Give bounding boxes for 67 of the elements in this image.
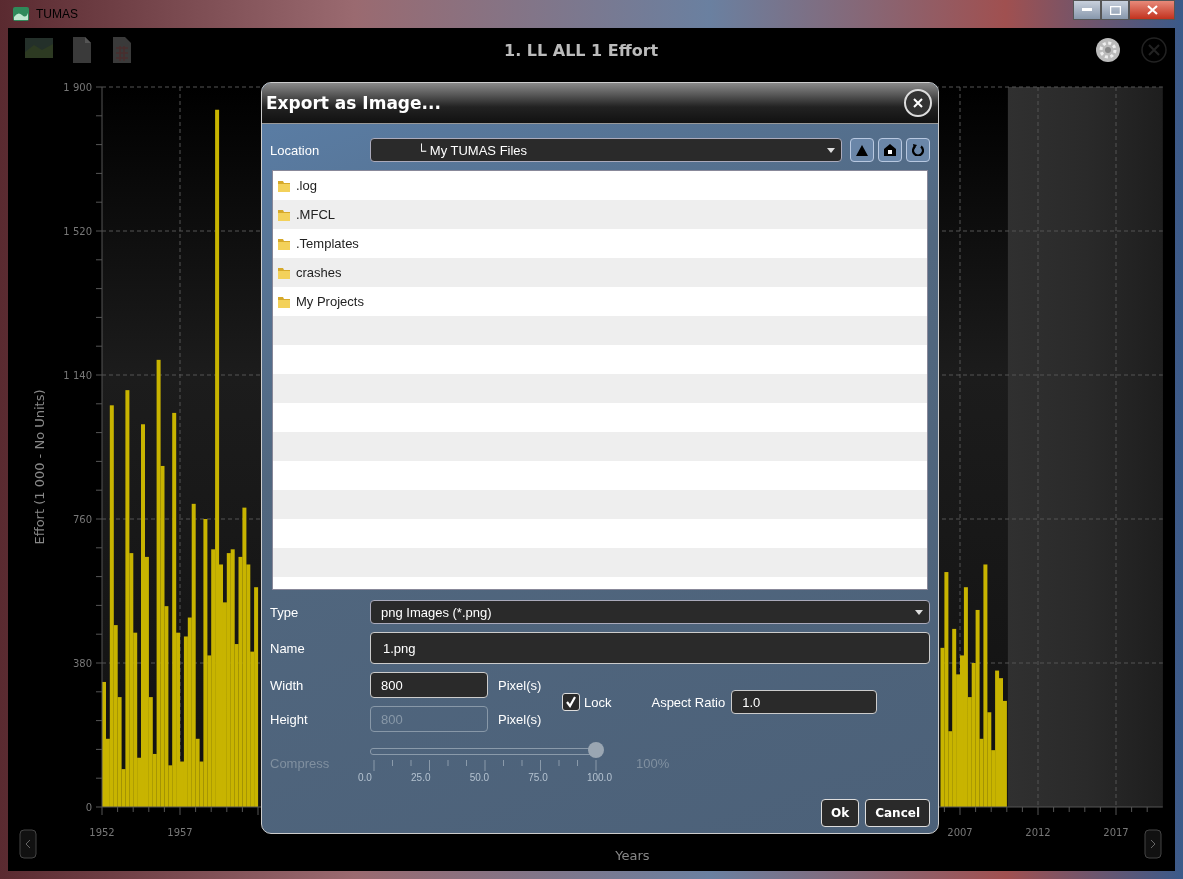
size-label: Height xyxy=(270,711,309,727)
size-field[interactable]: 800 xyxy=(370,672,488,698)
dialog-close-button[interactable] xyxy=(904,89,932,117)
caret-icon xyxy=(915,609,923,615)
document-icon[interactable] xyxy=(70,36,94,64)
slider-tick-label: 50.0 xyxy=(469,772,490,783)
settings-icon[interactable] xyxy=(1095,37,1121,63)
close-button[interactable] xyxy=(1129,0,1175,20)
checkmark-icon xyxy=(565,696,577,708)
aspect-ratio-field[interactable]: 1.0 xyxy=(731,690,878,714)
folder-icon xyxy=(277,178,291,193)
type-label: Type xyxy=(270,604,300,620)
folder-icon xyxy=(277,265,291,280)
chart-title: 1. LL ALL 1 Effort xyxy=(503,40,660,60)
refresh-icon xyxy=(912,144,924,156)
y-tick-label: 760 xyxy=(72,514,92,525)
x-tick-label: 1952 xyxy=(89,827,115,838)
folder-item[interactable]: My Projects xyxy=(273,287,927,316)
slider-tick-label: 75.0 xyxy=(528,772,548,783)
folder-icon xyxy=(277,207,291,222)
x-axis-label: Years xyxy=(615,848,650,863)
folder-item[interactable]: .log xyxy=(273,171,927,200)
lock-checkbox[interactable]: Lock xyxy=(562,693,612,711)
folder-item[interactable]: crashes xyxy=(273,258,927,287)
folder-icon xyxy=(277,294,291,309)
y-tick-label: 0 xyxy=(85,802,92,813)
up-folder-button[interactable] xyxy=(850,138,874,162)
location-label: Location xyxy=(270,142,321,158)
caret-icon xyxy=(827,147,835,153)
y-tick-label: 380 xyxy=(72,658,92,669)
y-tick-label: 1 520 xyxy=(63,226,92,237)
window-title: TUMAS xyxy=(36,7,78,21)
slider-tick-label: 100.0 xyxy=(586,772,612,783)
ok-button[interactable]: Ok xyxy=(821,799,860,827)
unit-label: Pixel(s) xyxy=(498,677,543,693)
cancel-button[interactable]: Cancel xyxy=(865,799,930,827)
refresh-button[interactable] xyxy=(906,138,930,162)
location-dropdown[interactable]: └ My TUMAS Files xyxy=(370,138,842,162)
name-label: Name xyxy=(270,640,306,656)
folder-item[interactable]: .Templates xyxy=(273,229,927,258)
y-tick-label: 1 900 xyxy=(63,82,92,93)
x-tick-label: 1957 xyxy=(167,827,193,838)
type-dropdown[interactable]: png Images (*.png) xyxy=(370,600,930,624)
folder-item[interactable]: .MFCL xyxy=(273,200,927,229)
app-logo-icon xyxy=(12,5,30,23)
name-field[interactable]: 1.png xyxy=(370,632,930,664)
maximize-button[interactable] xyxy=(1101,0,1129,20)
slider-tick-label: 0.0 xyxy=(358,772,372,783)
x-tick-label: 2017 xyxy=(1103,827,1129,838)
size-label: Width xyxy=(270,677,305,693)
home-button[interactable] xyxy=(878,138,902,162)
folder-icon xyxy=(277,236,291,251)
aspect-ratio-label: Aspect Ratio xyxy=(651,694,726,710)
y-tick-label: 1 140 xyxy=(63,370,92,381)
maximize-icon xyxy=(1109,5,1121,15)
home-icon xyxy=(884,144,896,156)
close-icon xyxy=(912,97,924,109)
close-icon xyxy=(1146,5,1158,15)
minimize-button[interactable] xyxy=(1073,0,1101,20)
up-arrow-icon xyxy=(856,144,868,156)
x-tick-label: 2007 xyxy=(947,827,973,838)
slider-tick-label: 25.0 xyxy=(411,772,431,783)
x-tick-label: 2012 xyxy=(1025,827,1051,838)
dialog-title: Export as Image... xyxy=(266,93,442,113)
minimize-icon xyxy=(1082,8,1092,12)
unit-label: Pixel(s) xyxy=(498,711,543,727)
y-axis-label: Effort (1 000 - No Units) xyxy=(32,389,47,545)
